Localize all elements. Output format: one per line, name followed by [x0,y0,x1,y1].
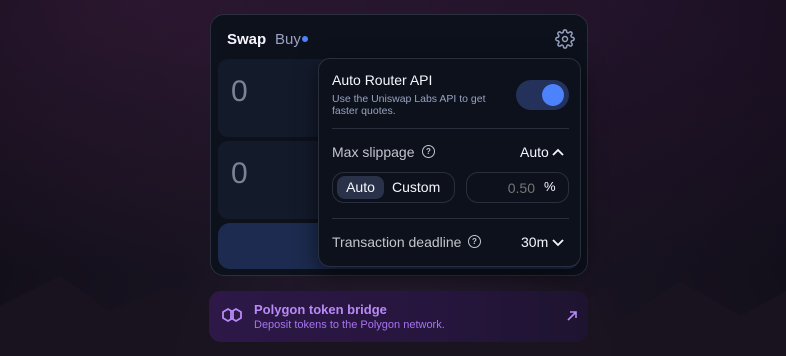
deadline-label: Transaction deadline [332,234,462,250]
banner-subtitle: Deposit tokens to the Polygon network. [254,319,445,331]
polygon-bridge-banner[interactable]: Polygon token bridge Deposit tokens to t… [209,291,588,342]
percent-unit: % [544,179,556,194]
banner-title: Polygon token bridge [254,302,387,317]
divider [332,128,569,129]
external-arrow-icon[interactable] [566,310,578,322]
auto-router-toggle[interactable] [516,80,569,110]
buy-new-dot [302,36,308,42]
deadline-value[interactable]: 30m [521,234,548,250]
settings-panel: Auto Router API Use the Uniswap Labs API… [318,58,581,267]
slippage-auto-button[interactable]: Auto [337,176,384,199]
tab-buy[interactable]: Buy [275,31,301,48]
polygon-logo-icon [222,307,242,323]
slippage-mode-toggle: Auto Custom [332,172,455,203]
chevron-up-icon[interactable] [551,147,565,157]
auto-router-title: Auto Router API [332,72,433,88]
chevron-down-icon[interactable] [551,237,565,247]
max-slippage-label: Max slippage [332,144,415,160]
output-amount[interactable]: 0 [231,157,248,191]
slippage-input[interactable] [475,178,535,198]
max-slippage-value[interactable]: Auto [520,144,549,160]
help-icon[interactable]: ? [422,145,435,158]
input-amount[interactable]: 0 [231,75,248,109]
tab-swap[interactable]: Swap [227,31,266,48]
slippage-input-field: % [466,172,569,203]
toggle-knob [542,84,564,106]
help-icon[interactable]: ? [468,235,481,248]
divider [332,218,569,219]
slippage-custom-button[interactable]: Custom [392,176,440,199]
auto-router-description: Use the Uniswap Labs API to get faster q… [332,93,486,117]
gear-icon[interactable] [555,29,575,49]
